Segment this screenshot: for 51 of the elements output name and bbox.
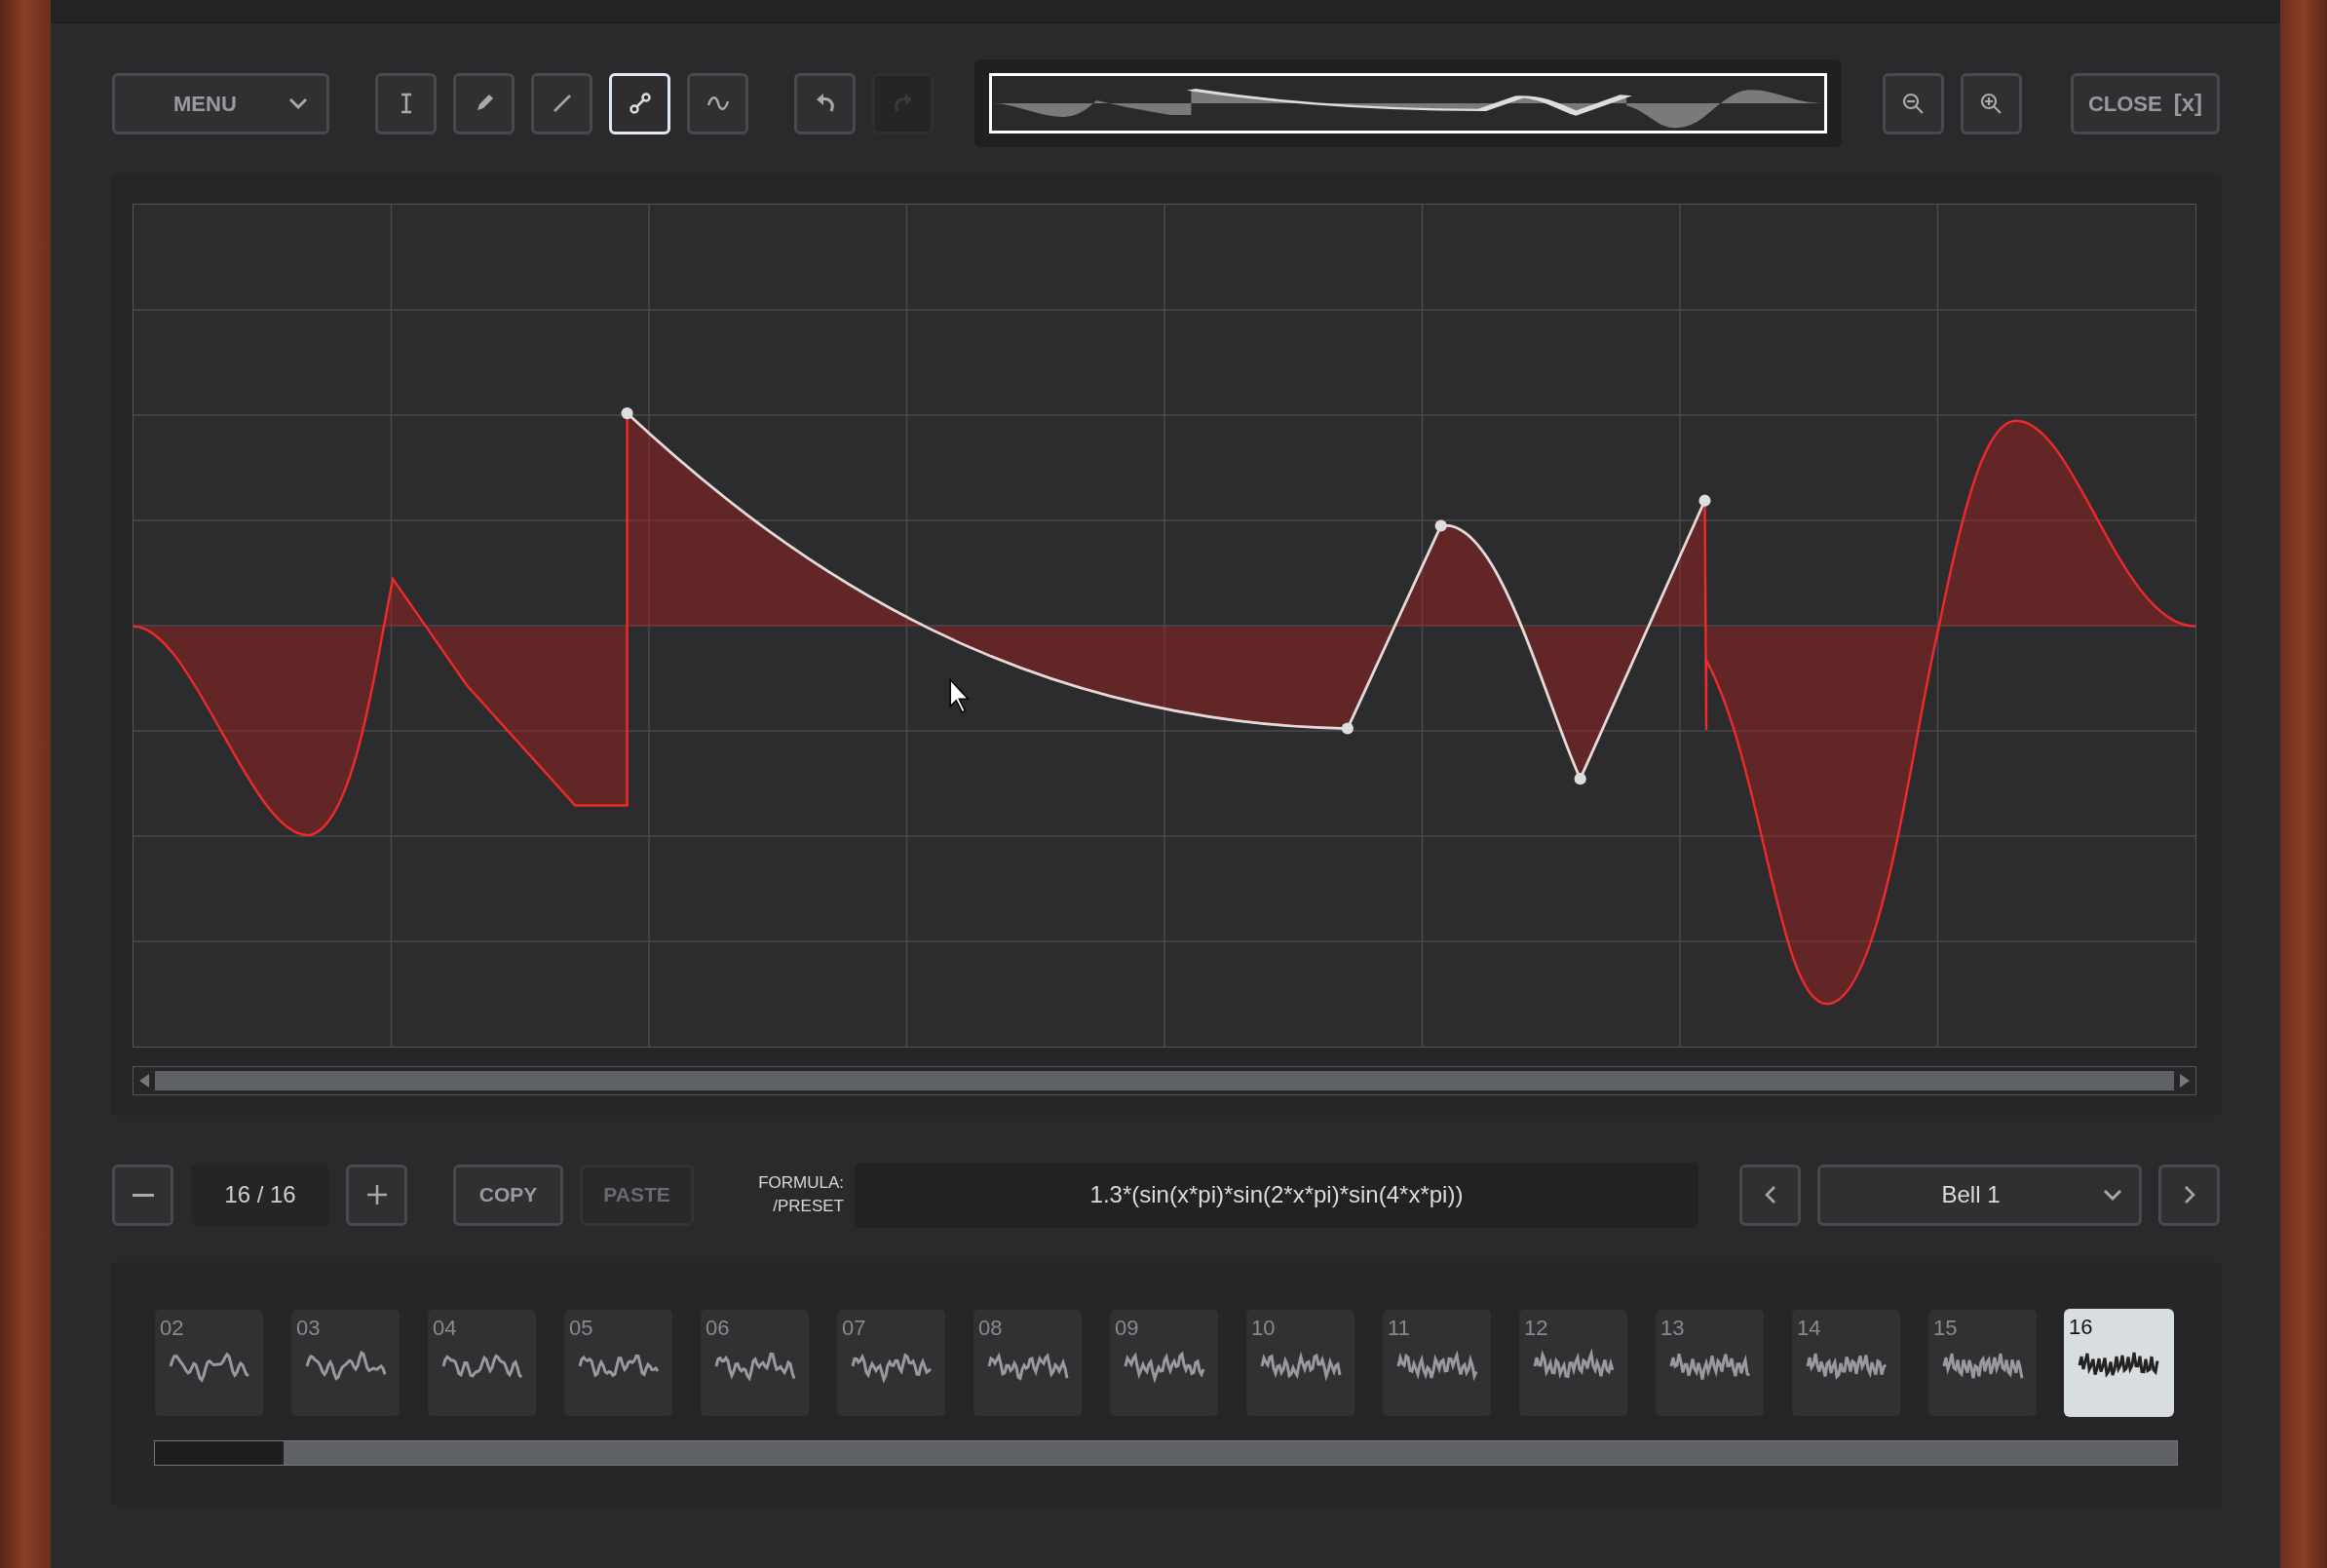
wavetable-thumbnail[interactable]: 07 — [836, 1309, 946, 1417]
preset-dropdown[interactable]: Bell 1 — [1817, 1164, 2142, 1226]
thumbnail-label: 11 — [1388, 1315, 1410, 1342]
thumbnail-label: 05 — [569, 1315, 593, 1342]
thumbnail-label: 07 — [842, 1315, 866, 1342]
minus-icon — [132, 1193, 154, 1197]
wavetable-thumbnail[interactable]: 06 — [700, 1309, 810, 1417]
thumbnail-label: 14 — [1797, 1315, 1821, 1342]
thumbnail-scrollbar[interactable] — [154, 1440, 2178, 1466]
wavetable-thumbnail[interactable]: 11 — [1382, 1309, 1492, 1417]
wavetable-thumbnail[interactable]: 08 — [973, 1309, 1083, 1417]
menu-dropdown[interactable]: MENU — [112, 72, 329, 134]
thumbnail-label: 13 — [1660, 1315, 1685, 1342]
formula-label: FORMULA: /PRESET — [757, 1172, 844, 1217]
thumbnail-label: 15 — [1933, 1315, 1958, 1342]
previous-preset-button[interactable] — [1739, 1164, 1801, 1226]
thumbnail-label: 10 — [1251, 1315, 1276, 1342]
thumbnail-label: 08 — [978, 1315, 1003, 1342]
increment-button[interactable] — [346, 1164, 407, 1226]
chevron-down-icon — [2102, 1188, 2123, 1202]
wavetable-thumbnail[interactable]: 03 — [290, 1309, 401, 1417]
wavetable-thumbnail[interactable]: 09 — [1109, 1309, 1219, 1417]
thumbnail-label: 09 — [1115, 1315, 1139, 1342]
wavetable-thumbnail[interactable]: 12 — [1518, 1309, 1628, 1417]
close-button[interactable]: CLOSE [x] — [2071, 72, 2220, 134]
cursor-icon — [949, 677, 971, 713]
wavetable-thumbnail[interactable]: 15 — [1927, 1309, 2038, 1417]
thumbnail-label: 16 — [2069, 1314, 2093, 1341]
thumbnail-label: 06 — [706, 1315, 730, 1342]
thumbnail-label: 04 — [433, 1315, 457, 1342]
decrement-button[interactable] — [112, 1164, 173, 1226]
zoom-out-button[interactable] — [1883, 72, 1944, 134]
wavetable-thumbnail[interactable]: 16 — [2064, 1309, 2174, 1417]
thumbnail-label: 03 — [296, 1315, 321, 1342]
wave-counter: 16 / 16 — [191, 1164, 329, 1226]
wavetable-thumbnail[interactable]: 05 — [563, 1309, 673, 1417]
thumbnail-label: 12 — [1524, 1315, 1548, 1342]
wavetable-thumbnail[interactable]: 13 — [1655, 1309, 1765, 1417]
wavetable-thumbnail[interactable]: 14 — [1791, 1309, 1901, 1417]
formula-field[interactable]: 1.3*(sin(x*pi)*sin(2*x*pi)*sin(4*x*pi)) — [855, 1162, 1698, 1228]
horizontal-scrollbar[interactable] — [133, 1066, 2196, 1095]
copy-button[interactable]: COPY — [453, 1164, 563, 1226]
next-preset-button[interactable] — [2158, 1164, 2220, 1226]
chevron-down-icon — [287, 96, 309, 110]
wavetable-thumbnail[interactable]: 02 — [154, 1309, 264, 1417]
wavetable-thumbnail[interactable]: 04 — [427, 1309, 537, 1417]
undo-button[interactable] — [794, 72, 856, 134]
wavetable-thumbnail[interactable]: 10 — [1245, 1309, 1355, 1417]
overview-waveform-drawing[interactable] — [989, 73, 1827, 134]
zoom-in-button[interactable] — [1961, 72, 2022, 134]
thumbnail-label: 02 — [160, 1315, 184, 1342]
